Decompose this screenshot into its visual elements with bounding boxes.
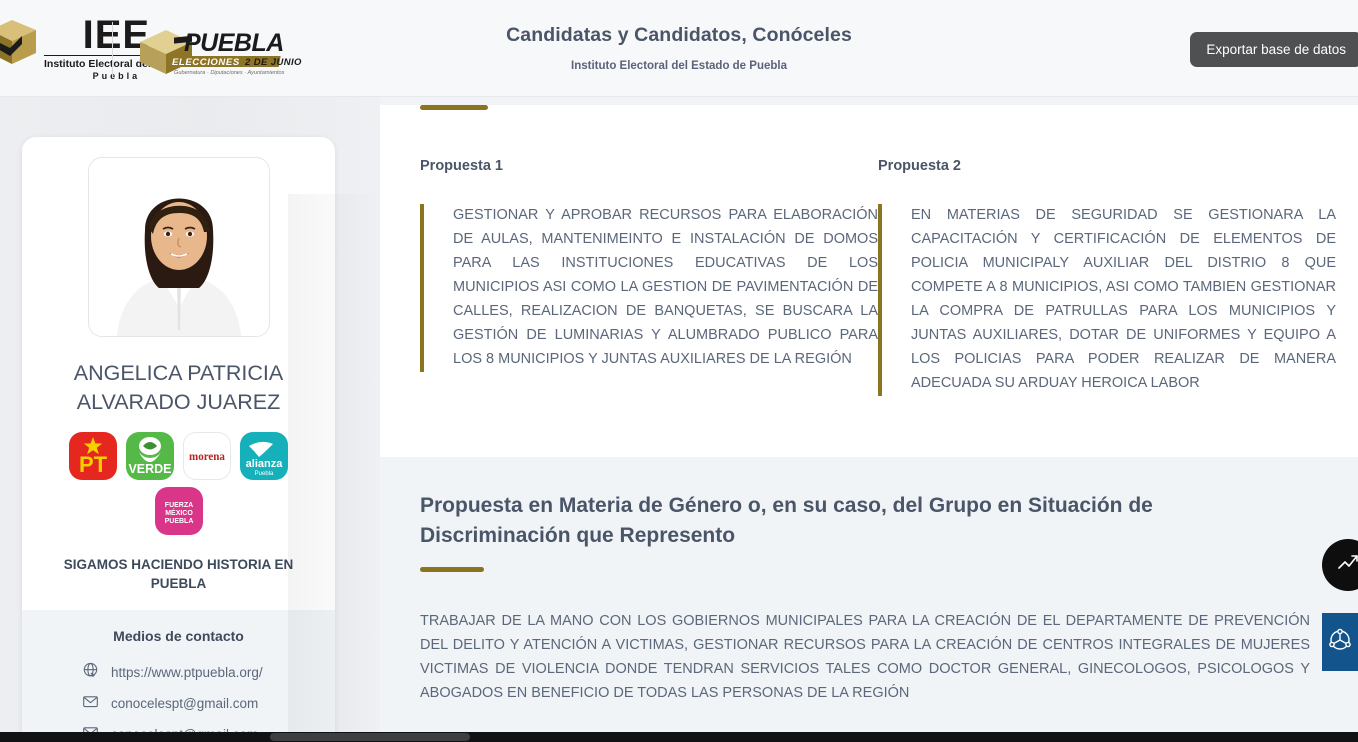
svg-text:VERDE: VERDE: [128, 462, 171, 476]
proposal-1-label: Propuesta 1: [420, 158, 503, 174]
proposals-panel: Propuesta 1 GESTIONAR Y APROBAR RECURSOS…: [380, 105, 1358, 457]
party-logo-alianza[interactable]: alianza Puebla: [240, 432, 288, 481]
page-root: IEE Instituto Electoral del Estado Puebl…: [0, 0, 1358, 742]
svg-text:PUEBLA: PUEBLA: [184, 29, 284, 57]
svg-text:ELECCIONES: ELECCIONES: [172, 57, 240, 68]
svg-text:Gubernatura · Diputaciones · A: Gubernatura · Diputaciones · Ayuntamient…: [174, 70, 285, 76]
svg-text:FUERZA: FUERZA: [164, 502, 192, 509]
proposal-2-column: Propuesta 2 EN MATERIAS DE SEGURIDAD SE …: [878, 158, 1336, 396]
contact-email-1-value: conocelespt@gmail.com: [111, 696, 259, 711]
puebla-cube-icon: PUEBLA ELECCIONES 2 DE JUNIO Gubernatura…: [140, 29, 302, 76]
candidate-portrait-image: [88, 158, 269, 336]
page-body: ANGELICA PATRICIA ALVARADO JUAREZ PT VER…: [0, 97, 1358, 742]
contact-section-title: Medios de contacto: [113, 627, 244, 644]
contact-section: Medios de contacto https://www.ptpuebla.…: [22, 609, 335, 742]
gender-proposal-text: TRABAJAR DE LA MANO CON LOS GOBIERNOS MU…: [420, 612, 1310, 701]
globe-icon: [82, 662, 99, 684]
iee-cube-icon: [0, 18, 38, 66]
proposal-1-column: Propuesta 1 GESTIONAR Y APROBAR RECURSOS…: [420, 158, 878, 396]
svg-text:MÉXICO: MÉXICO: [165, 508, 193, 517]
gender-proposal-title: Propuesta en Materia de Género o, en su …: [420, 494, 1153, 547]
proposals-grid: Propuesta 1 GESTIONAR Y APROBAR RECURSOS…: [380, 110, 1358, 396]
share-fab-button[interactable]: [1322, 613, 1358, 671]
svg-text:Puebla: Puebla: [255, 471, 274, 477]
svg-text:PUEBLA: PUEBLA: [164, 518, 193, 525]
candidate-sidebar: ANGELICA PATRICIA ALVARADO JUAREZ PT VER…: [0, 97, 380, 742]
trend-chart-icon: [1336, 551, 1358, 580]
svg-text:morena: morena: [189, 451, 225, 463]
section-accent-rule-gender: [420, 566, 484, 572]
puebla-elecciones-logo[interactable]: PUEBLA ELECCIONES 2 DE JUNIO Gubernatura…: [132, 20, 307, 83]
gender-proposal-section: Propuesta en Materia de Género o, en su …: [380, 457, 1358, 706]
horizontal-scrollbar[interactable]: [0, 732, 1358, 742]
party-logos-row-2: FUERZA MÉXICO PUEBLA: [22, 487, 335, 536]
candidate-card: ANGELICA PATRICIA ALVARADO JUAREZ PT VER…: [22, 137, 335, 742]
candidate-name: ANGELICA PATRICIA ALVARADO JUAREZ: [73, 361, 284, 414]
mail-icon: [82, 693, 99, 715]
party-logos-row-1: PT VERDE morena alianza Puebla: [22, 432, 335, 481]
proposal-2-label: Propuesta 2: [878, 158, 961, 174]
app-header: IEE Instituto Electoral del Estado Puebl…: [0, 0, 1358, 97]
export-database-button[interactable]: Exportar base de datos: [1190, 32, 1358, 67]
gender-proposal-panel: Propuesta en Materia de Género o, en su …: [380, 457, 1358, 742]
header-divider: [112, 22, 113, 78]
svg-text:alianza: alianza: [246, 458, 284, 470]
party-logo-pt[interactable]: PT: [69, 432, 117, 481]
candidate-slogan: SIGAMOS HACIENDO HISTORIA EN PUEBLA: [63, 557, 294, 592]
contact-item-email-1[interactable]: conocelespt@gmail.com: [22, 693, 335, 715]
proposal-1-text: GESTIONAR Y APROBAR RECURSOS PARA ELABOR…: [420, 204, 878, 372]
contact-item-website[interactable]: https://www.ptpuebla.org/: [22, 662, 335, 684]
candidate-photo: [87, 157, 270, 337]
proposal-2-text: EN MATERIAS DE SEGURIDAD SE GESTIONARA L…: [878, 204, 1336, 396]
party-logo-fuerza-mexico-puebla[interactable]: FUERZA MÉXICO PUEBLA: [154, 487, 203, 536]
party-logo-verde[interactable]: VERDE: [126, 432, 174, 481]
svg-text:PT: PT: [79, 452, 108, 477]
candidate-detail-content: Propuesta 1 GESTIONAR Y APROBAR RECURSOS…: [380, 97, 1358, 742]
share-network-icon: [1327, 627, 1353, 658]
svg-text:2 DE JUNIO: 2 DE JUNIO: [244, 57, 302, 68]
contact-website-value: https://www.ptpuebla.org/: [111, 665, 263, 680]
party-logo-morena[interactable]: morena: [183, 432, 231, 481]
horizontal-scrollbar-thumb[interactable]: [270, 733, 470, 741]
